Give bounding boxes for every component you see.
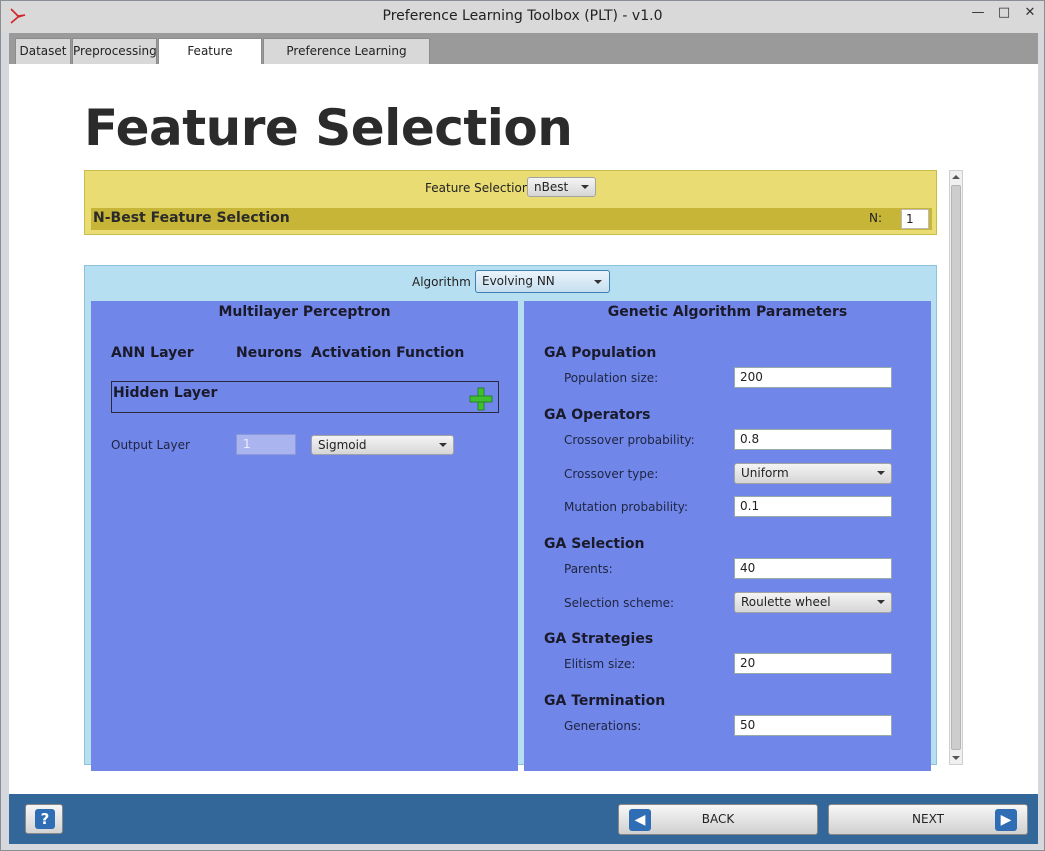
help-button[interactable]: ? — [25, 804, 63, 834]
ga-panel: Genetic Algorithm Parameters GA Populati… — [524, 301, 931, 771]
crossover-probability-label: Crossover probability: — [564, 433, 695, 447]
ga-strategies-heading: GA Strategies — [544, 631, 654, 647]
n-input[interactable]: 1 — [901, 209, 929, 229]
scroll-thumb[interactable] — [951, 185, 961, 750]
ann-layer-header: ANN Layer — [111, 345, 194, 361]
back-button-label: BACK — [701, 812, 735, 826]
feature-selection-value: nBest — [534, 180, 569, 194]
activation-function-header: Activation Function — [311, 345, 465, 361]
page-title: Feature Selection — [84, 99, 573, 157]
minimize-button[interactable]: — — [964, 3, 992, 25]
generations-label: Generations: — [564, 719, 642, 733]
add-hidden-layer-icon[interactable] — [469, 387, 493, 411]
hidden-layer-box: Hidden Layer — [111, 381, 499, 413]
parents-input[interactable]: 40 — [734, 558, 892, 579]
window-title: Preference Learning Toolbox (PLT) - v1.0 — [382, 8, 663, 24]
ga-operators-heading: GA Operators — [544, 407, 651, 423]
title-bar: Preference Learning Toolbox (PLT) - v1.0… — [1, 1, 1044, 33]
tab-dataset[interactable]: Dataset — [15, 38, 71, 64]
next-button[interactable]: ▶ NEXT — [828, 804, 1028, 835]
vertical-scrollbar[interactable] — [949, 170, 963, 765]
elitism-size-input[interactable]: 20 — [734, 653, 892, 674]
chevron-down-icon — [594, 280, 602, 284]
mlp-title: Multilayer Perceptron — [218, 304, 391, 320]
main-content: Feature Selection Feature Selection nBes… — [9, 64, 1038, 794]
output-layer-label: Output Layer — [111, 438, 190, 452]
tab-preference-learning-methods[interactable]: Preference Learning Methods — [263, 38, 430, 82]
ga-selection-heading: GA Selection — [544, 536, 645, 552]
population-size-label: Population size: — [564, 371, 659, 385]
chevron-down-icon — [877, 600, 885, 604]
arrow-left-icon: ◀ — [629, 809, 651, 831]
chevron-down-icon — [581, 185, 589, 189]
parents-label: Parents: — [564, 562, 613, 576]
generations-input[interactable]: 50 — [734, 715, 892, 736]
question-mark-icon: ? — [35, 809, 55, 829]
mlp-panel: Multilayer Perceptron ANN Layer Neurons … — [91, 301, 518, 771]
feature-selection-panel: Feature Selection nBest N-Best Feature S… — [84, 170, 937, 235]
algorithm-value: Evolving NN — [482, 274, 555, 288]
close-button[interactable]: ✕ — [1016, 3, 1044, 25]
crossover-type-value: Uniform — [741, 466, 789, 480]
population-size-input[interactable]: 200 — [734, 367, 892, 388]
tab-bar: Dataset Preprocessing Feature Selection … — [9, 33, 1038, 82]
mutation-probability-label: Mutation probability: — [564, 500, 689, 514]
crossover-type-label: Crossover type: — [564, 467, 659, 481]
output-neurons-input: 1 — [236, 434, 296, 455]
selection-scheme-label: Selection scheme: — [564, 596, 675, 610]
chevron-down-icon — [439, 443, 447, 447]
next-button-label: NEXT — [912, 812, 944, 826]
output-activation-value: Sigmoid — [318, 438, 367, 452]
bottom-navigation-bar: ? ◀ BACK ▶ NEXT — [9, 794, 1038, 844]
mutation-probability-input[interactable]: 0.1 — [734, 496, 892, 517]
ga-title: Genetic Algorithm Parameters — [607, 304, 848, 320]
arrow-right-icon: ▶ — [995, 809, 1017, 831]
crossover-probability-input[interactable]: 0.8 — [734, 429, 892, 450]
neurons-header: Neurons — [236, 345, 303, 361]
n-label: N: — [869, 211, 883, 225]
output-activation-dropdown[interactable]: Sigmoid — [311, 435, 454, 455]
app-window: Preference Learning Toolbox (PLT) - v1.0… — [0, 0, 1045, 851]
feature-selection-dropdown[interactable]: nBest — [527, 177, 596, 197]
algorithm-label: Algorithm — [412, 275, 471, 289]
feature-selection-label: Feature Selection — [425, 181, 530, 195]
ga-termination-heading: GA Termination — [544, 693, 666, 709]
hidden-layer-title: Hidden Layer — [113, 385, 218, 401]
algorithm-panel: Algorithm Evolving NN Multilayer Percept… — [84, 265, 937, 771]
elitism-size-label: Elitism size: — [564, 657, 636, 671]
selection-scheme-dropdown[interactable]: Roulette wheel — [734, 592, 892, 613]
crossover-type-dropdown[interactable]: Uniform — [734, 463, 892, 484]
selection-scheme-value: Roulette wheel — [741, 595, 831, 609]
ga-population-heading: GA Population — [544, 345, 657, 361]
scroll-down-arrow-icon[interactable] — [952, 756, 960, 760]
algorithm-dropdown[interactable]: Evolving NN — [475, 270, 610, 293]
tab-feature-selection[interactable]: Feature Selection — [158, 38, 262, 82]
scroll-up-arrow-icon[interactable] — [952, 175, 960, 179]
back-button[interactable]: ◀ BACK — [618, 804, 818, 835]
tab-preprocessing[interactable]: Preprocessing — [72, 38, 157, 64]
nbest-section-bar: N-Best Feature Selection N: 1 — [91, 208, 932, 230]
maximize-button[interactable]: □ — [990, 3, 1018, 25]
nbest-section-title: N-Best Feature Selection — [93, 210, 290, 226]
chevron-down-icon — [877, 471, 885, 475]
